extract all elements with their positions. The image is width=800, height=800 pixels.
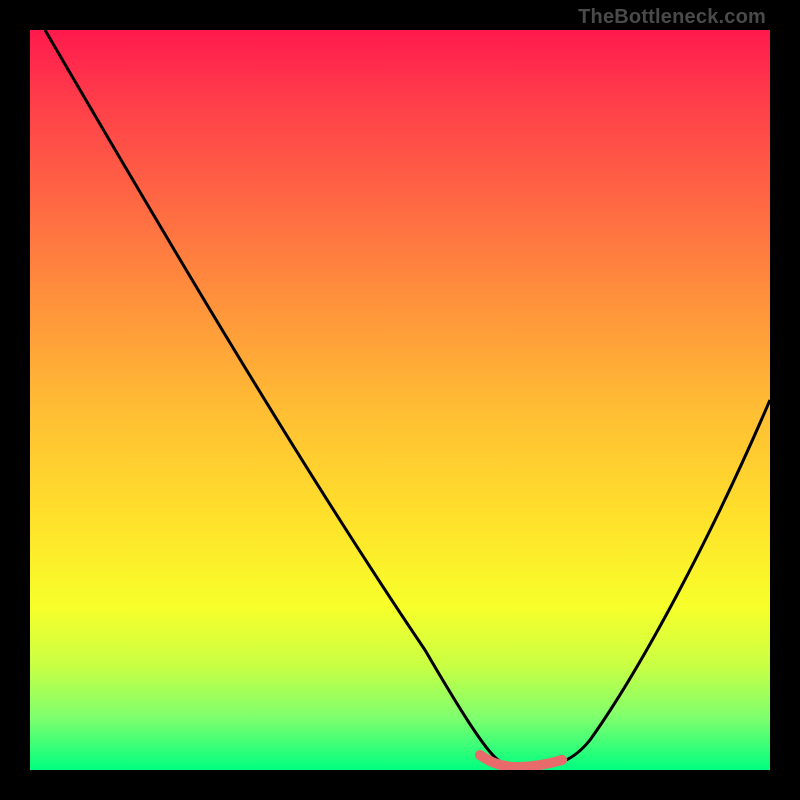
plot-area xyxy=(30,30,770,770)
bottleneck-curve-highlight xyxy=(480,755,562,767)
chart-frame: TheBottleneck.com xyxy=(0,0,800,800)
curve-layer xyxy=(30,30,770,770)
highlight-endpoint-left xyxy=(475,750,485,760)
highlight-endpoint-right xyxy=(557,755,567,765)
watermark-text: TheBottleneck.com xyxy=(578,6,766,29)
bottleneck-curve xyxy=(45,30,770,766)
